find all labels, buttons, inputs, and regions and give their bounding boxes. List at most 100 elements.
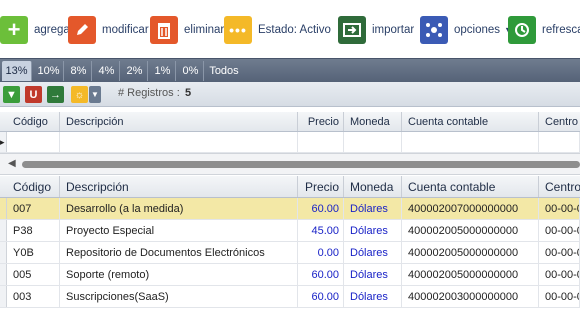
edit-button[interactable]: modificar [68,14,149,46]
cell-centro: 00-00-0 [539,286,580,307]
delete-button[interactable]: eliminar [150,14,224,46]
dots-icon: ••• [224,16,252,44]
cell-codigo: 005 [7,264,60,285]
cell-centro: 00-00-0 [539,220,580,241]
filter-col-cuenta[interactable]: Cuenta contable [402,112,539,131]
import-button[interactable]: importar ▼ [338,14,427,46]
filter-input-centro[interactable] [539,132,580,152]
trash-icon [150,16,178,44]
options-label: opciones [454,24,501,36]
cell-descripcion: Repositorio de Documentos Electrónicos [60,242,298,263]
records-count: 5 [185,87,192,99]
delete-label: eliminar [184,24,225,36]
rate-tabs: 13% 10% 8% 4% 2% 1% 0% Todos [0,58,580,82]
cell-precio: 60.00 [298,286,344,307]
row-marker [0,198,7,219]
table-row[interactable]: 007 Desarrollo (a la medida) 60.00 Dólar… [0,198,580,220]
tab-rate-13[interactable]: 13% [2,61,32,81]
cell-cuenta: 400002007000000000 [402,198,539,219]
filter-input-descripcion[interactable] [60,132,298,152]
table-row[interactable]: Y0B Repositorio de Documentos Electrónic… [0,242,580,264]
cell-codigo: 007 [7,198,60,219]
scroll-thumb[interactable] [22,161,580,168]
col-precio[interactable]: Precio [298,176,344,197]
row-pointer-icon: ▸ [0,132,7,152]
row-marker [0,286,7,307]
sun-caret-icon[interactable]: ▼ [89,86,101,103]
cell-precio: 45.00 [298,220,344,241]
import-icon [338,16,366,44]
col-descripcion[interactable]: Descripción [60,176,298,197]
plus-icon: + [0,16,28,44]
filter-col-codigo[interactable]: Código [7,112,60,131]
cell-descripcion: Suscripciones(SaaS) [60,286,298,307]
scroll-left-icon[interactable]: ◀ [8,158,16,169]
edit-label: modificar [102,24,149,36]
main-toolbar: + agregar modificar eliminar ••• Estado:… [0,0,580,58]
refresh-label: refrescar [542,24,580,36]
tab-rate-all[interactable]: Todos [206,61,242,81]
tab-rate-8[interactable]: 8% [66,61,92,81]
cell-descripcion: Desarrollo (a la medida) [60,198,298,219]
cell-cuenta: 400002005000000000 [402,242,539,263]
filter-input-precio[interactable] [298,132,344,152]
horizontal-scrollbar[interactable]: ◀ [0,153,580,175]
cell-cuenta: 400002005000000000 [402,220,539,241]
filter-input-moneda[interactable] [344,132,402,152]
cell-codigo: Y0B [7,242,60,263]
add-button[interactable]: + agregar [0,14,74,46]
cell-precio: 60.00 [298,198,344,219]
cell-moneda: Dólares [344,198,402,219]
row-marker [0,264,7,285]
options-button[interactable]: opciones ▼ [420,14,513,46]
col-cuenta[interactable]: Cuenta contable [402,176,539,197]
cell-descripcion: Soporte (remoto) [60,264,298,285]
refresh-icon [508,16,536,44]
col-centro[interactable]: Centro [539,176,580,197]
filter-input-codigo[interactable] [7,132,60,152]
tab-rate-0[interactable]: 0% [178,61,204,81]
filter-grid-header: Código Descripción Precio Moneda Cuenta … [0,112,580,132]
export-icon[interactable]: → [47,86,64,103]
filter-col-descripcion[interactable]: Descripción [60,112,298,131]
cell-cuenta: 400002003000000000 [402,286,539,307]
tab-rate-2[interactable]: 2% [122,61,148,81]
status-button[interactable]: ••• Estado: Activo [224,14,331,46]
filter-col-moneda[interactable]: Moneda [344,112,402,131]
cell-centro: 00-00-0 [539,264,580,285]
filter-input-row[interactable]: ▸ [0,132,580,153]
row-marker [0,242,7,263]
table-row[interactable]: 005 Soporte (remoto) 60.00 Dólares 40000… [0,264,580,286]
sun-icon[interactable]: ☼ [71,86,88,103]
cell-moneda: Dólares [344,220,402,241]
magnet-icon[interactable]: U [25,86,42,103]
cell-moneda: Dólares [344,286,402,307]
col-moneda[interactable]: Moneda [344,176,402,197]
tab-rate-1[interactable]: 1% [150,61,176,81]
status-label: Estado: Activo [258,24,331,36]
cell-moneda: Dólares [344,242,402,263]
filter-col-centro[interactable]: Centro [539,112,580,131]
cell-precio: 0.00 [298,242,344,263]
cell-codigo: P38 [7,220,60,241]
pencil-icon [68,16,96,44]
col-codigo[interactable]: Código [7,176,60,197]
grid-toolbar: ▼ U → ☼ ▼ # Registros : 5 [0,82,580,107]
filter-col-precio[interactable]: Precio [298,112,344,131]
refresh-button[interactable]: refrescar [508,14,580,46]
cell-descripcion: Proyecto Especial [60,220,298,241]
import-label: importar [372,24,415,36]
cell-codigo: 003 [7,286,60,307]
table-row[interactable]: 003 Suscripciones(SaaS) 60.00 Dólares 40… [0,286,580,308]
table-row[interactable]: P38 Proyecto Especial 45.00 Dólares 4000… [0,220,580,242]
cell-precio: 60.00 [298,264,344,285]
cell-centro: 00-00-0 [539,242,580,263]
tab-rate-10[interactable]: 10% [34,61,64,81]
filter-down-icon[interactable]: ▼ [3,86,20,103]
main-grid-header: Código Descripción Precio Moneda Cuenta … [0,176,580,198]
records-label: # Registros : [118,87,180,99]
cell-cuenta: 400002005000000000 [402,264,539,285]
tab-rate-4[interactable]: 4% [94,61,120,81]
filter-input-cuenta[interactable] [402,132,539,152]
row-marker [0,220,7,241]
